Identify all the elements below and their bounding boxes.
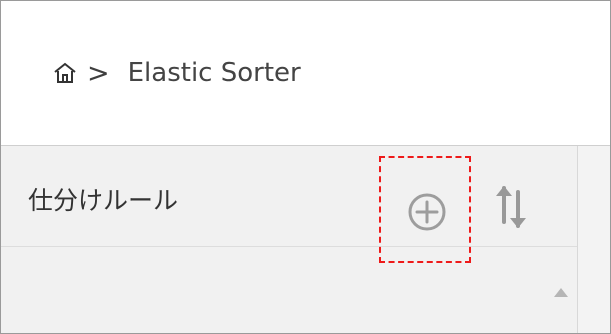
home-icon[interactable] (53, 61, 77, 85)
scroll-up-button[interactable] (554, 282, 568, 297)
panel-divider (577, 146, 578, 333)
triangle-up-icon (554, 288, 568, 297)
rules-header-row: 仕分けルール (1, 146, 577, 263)
add-rule-button[interactable] (405, 190, 449, 234)
plus-circle-icon (408, 193, 446, 231)
breadcrumb: > Elastic Sorter (53, 53, 301, 93)
sort-button[interactable] (492, 182, 530, 232)
add-rule-highlight (379, 156, 471, 263)
rules-panel: 仕分けルール (1, 146, 577, 333)
sort-icon (496, 186, 526, 228)
application-window: > Elastic Sorter 仕分けルール (0, 0, 611, 334)
breadcrumb-current-page: Elastic Sorter (127, 58, 301, 88)
app-header: > Elastic Sorter (1, 1, 610, 146)
breadcrumb-separator: > (87, 57, 110, 89)
rules-title: 仕分けルール (28, 186, 179, 215)
